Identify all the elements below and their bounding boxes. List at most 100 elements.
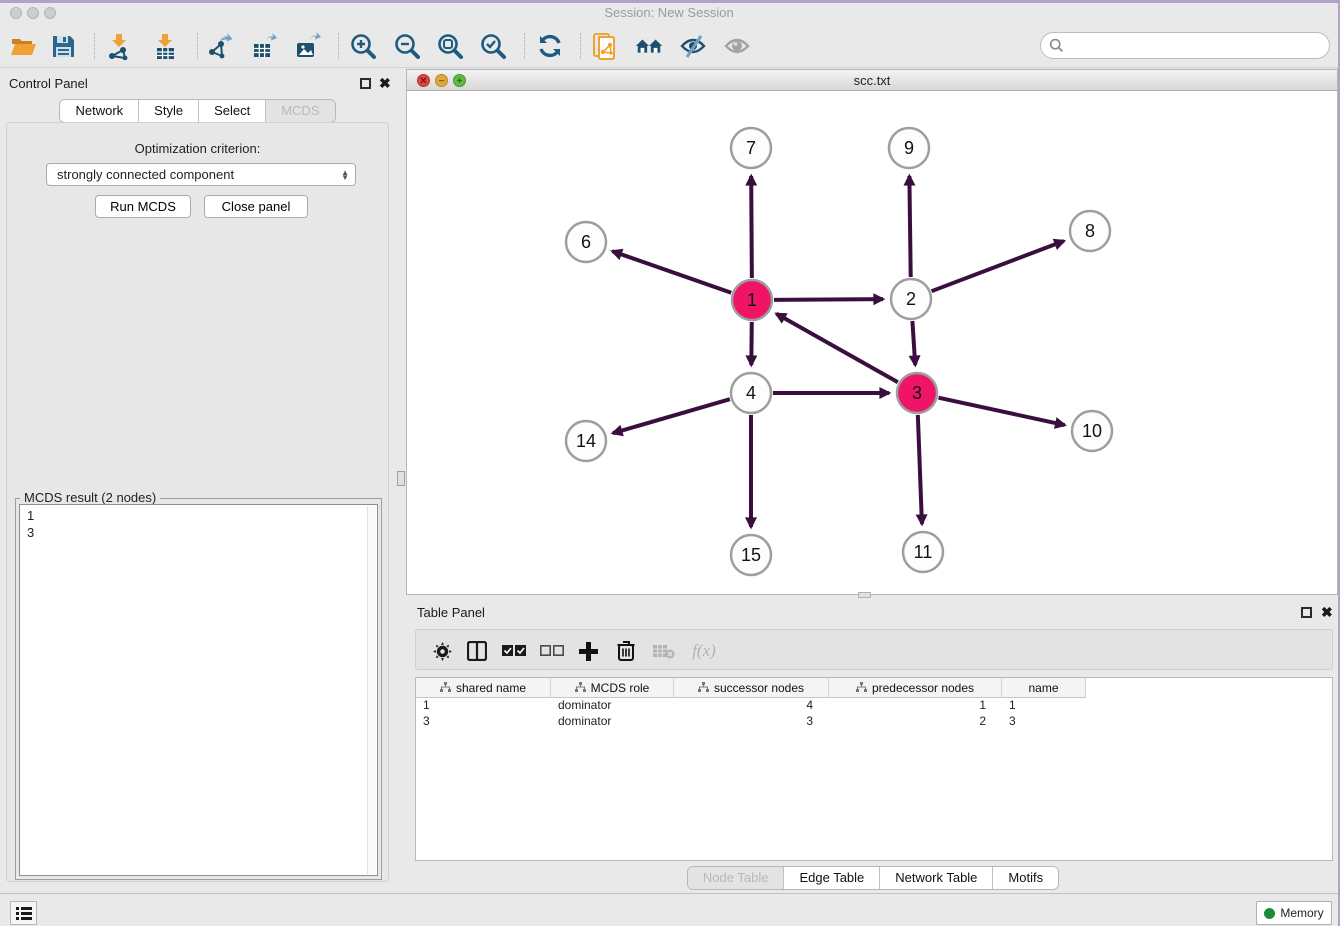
tab-motifs[interactable]: Motifs xyxy=(992,867,1058,889)
mcds-panel: Optimization criterion: strongly connect… xyxy=(6,122,389,882)
network-view-title: scc.txt xyxy=(407,73,1337,88)
import-table-icon[interactable] xyxy=(150,31,180,61)
clone-network-icon[interactable] xyxy=(590,31,620,61)
result-line: 3 xyxy=(27,524,377,541)
toolbar-separator xyxy=(524,33,525,59)
optimization-criterion-select[interactable]: strongly connected component ▲▼ xyxy=(46,163,356,186)
cell-name[interactable]: 1 xyxy=(1002,698,1086,714)
close-panel-icon[interactable]: ✖ xyxy=(379,75,391,92)
export-image-icon[interactable] xyxy=(292,31,322,61)
tab-network[interactable]: Network xyxy=(60,100,138,122)
graph-node-label: 10 xyxy=(1082,421,1102,441)
toolbar-separator xyxy=(197,33,198,59)
graph-edge-2-3[interactable] xyxy=(912,321,915,365)
import-network-icon[interactable] xyxy=(104,31,134,61)
graph-node-label: 15 xyxy=(741,545,761,565)
graph-node-label: 3 xyxy=(912,383,922,403)
add-column-icon[interactable] xyxy=(576,639,600,663)
memory-button[interactable]: Memory xyxy=(1256,901,1332,925)
main-toolbar xyxy=(0,23,1338,68)
graph-edge-4-14[interactable] xyxy=(613,399,730,433)
column-header-predecessor-nodes[interactable]: predecessor nodes xyxy=(829,678,1002,698)
status-bar: Memory xyxy=(0,893,1338,926)
cell-mcds-role[interactable]: dominator xyxy=(551,698,674,714)
column-header-name[interactable]: name xyxy=(1002,678,1086,698)
zoom-in-icon[interactable] xyxy=(348,31,378,61)
list-icon xyxy=(16,906,32,920)
tab-node-table[interactable]: Node Table xyxy=(688,867,784,889)
graph-edge-2-8[interactable] xyxy=(932,241,1064,291)
gear-icon[interactable] xyxy=(430,639,454,663)
graph-edge-1-6[interactable] xyxy=(612,251,731,293)
graph-edge-2-9[interactable] xyxy=(909,176,910,277)
graph-edge-1-7[interactable] xyxy=(751,176,752,278)
column-label: name xyxy=(1028,681,1058,695)
zoom-fit-icon[interactable] xyxy=(435,31,465,61)
zoom-out-icon[interactable] xyxy=(392,31,422,61)
first-neighbors-icon[interactable] xyxy=(634,31,664,61)
toolbar-separator xyxy=(338,33,339,59)
tab-style[interactable]: Style xyxy=(138,100,198,122)
hide-selected-icon[interactable] xyxy=(678,31,708,61)
export-network-icon[interactable] xyxy=(205,31,235,61)
tab-edge-table[interactable]: Edge Table xyxy=(783,867,879,889)
table-row[interactable]: 1 dominator 4 1 1 xyxy=(416,698,1332,714)
graph-edge-3-11[interactable] xyxy=(918,415,922,524)
graph-node-label: 1 xyxy=(747,290,757,310)
dropdown-value: strongly connected component xyxy=(57,167,341,182)
save-session-icon[interactable] xyxy=(48,31,78,61)
search-input[interactable] xyxy=(1064,38,1329,53)
window-titlebar: Session: New Session xyxy=(0,3,1338,23)
column-layout-icon[interactable] xyxy=(465,639,489,663)
column-label: shared name xyxy=(456,681,526,695)
task-history-button[interactable] xyxy=(10,901,37,925)
table-row[interactable]: 3 dominator 3 2 3 xyxy=(416,714,1332,730)
table-toolbar: f(x) xyxy=(415,629,1333,670)
control-panel-tabs: Network Style Select MCDS xyxy=(0,99,395,123)
graph-node-label: 4 xyxy=(746,383,756,403)
cell-successor-nodes[interactable]: 4 xyxy=(674,698,829,714)
chevron-updown-icon: ▲▼ xyxy=(341,170,349,180)
network-graph: 7968124314101511 xyxy=(407,91,1337,594)
graph-edge-3-10[interactable] xyxy=(938,398,1064,425)
toolbar-separator xyxy=(580,33,581,59)
column-header-shared-name[interactable]: shared name xyxy=(416,678,551,698)
mcds-result-text[interactable]: 1 3 xyxy=(19,504,378,876)
cell-successor-nodes[interactable]: 3 xyxy=(674,714,829,730)
graph-node-label: 14 xyxy=(576,431,596,451)
column-header-successor-nodes[interactable]: successor nodes xyxy=(674,678,829,698)
select-all-icon[interactable] xyxy=(502,639,526,663)
network-window-titlebar[interactable]: ✕ − + scc.txt xyxy=(407,70,1337,91)
search-icon xyxy=(1049,38,1064,53)
cell-shared-name[interactable]: 1 xyxy=(416,698,551,714)
cell-shared-name[interactable]: 3 xyxy=(416,714,551,730)
vertical-splitter-handle[interactable] xyxy=(397,471,405,486)
deselect-all-icon[interactable] xyxy=(540,639,564,663)
tab-select[interactable]: Select xyxy=(198,100,265,122)
float-table-panel-icon[interactable] xyxy=(1301,607,1312,618)
column-header-mcds-role[interactable]: MCDS role xyxy=(551,678,674,698)
cell-name[interactable]: 3 xyxy=(1002,714,1086,730)
graph-edge-1-2[interactable] xyxy=(774,299,883,300)
graph-edge-3-1[interactable] xyxy=(776,314,897,382)
zoom-selected-icon[interactable] xyxy=(478,31,508,61)
close-table-panel-icon[interactable]: ✖ xyxy=(1321,604,1333,621)
close-panel-button[interactable]: Close panel xyxy=(204,195,308,218)
network-canvas[interactable]: 7968124314101511 xyxy=(407,91,1337,594)
search-field xyxy=(1040,32,1330,59)
run-mcds-button[interactable]: Run MCDS xyxy=(95,195,191,218)
cell-mcds-role[interactable]: dominator xyxy=(551,714,674,730)
cell-predecessor-nodes[interactable]: 2 xyxy=(829,714,1002,730)
result-scrollbar[interactable] xyxy=(367,506,376,874)
export-table-icon[interactable] xyxy=(249,31,279,61)
tab-network-table[interactable]: Network Table xyxy=(879,867,992,889)
apply-layout-icon[interactable] xyxy=(535,31,565,61)
table-panel-title: Table Panel xyxy=(417,605,485,620)
tab-mcds[interactable]: MCDS xyxy=(265,100,334,122)
graph-node-label: 2 xyxy=(906,289,916,309)
float-panel-icon[interactable] xyxy=(360,78,371,89)
delete-column-icon[interactable] xyxy=(614,639,638,663)
result-line: 1 xyxy=(27,507,377,524)
open-file-icon[interactable] xyxy=(8,31,38,61)
cell-predecessor-nodes[interactable]: 1 xyxy=(829,698,1002,714)
